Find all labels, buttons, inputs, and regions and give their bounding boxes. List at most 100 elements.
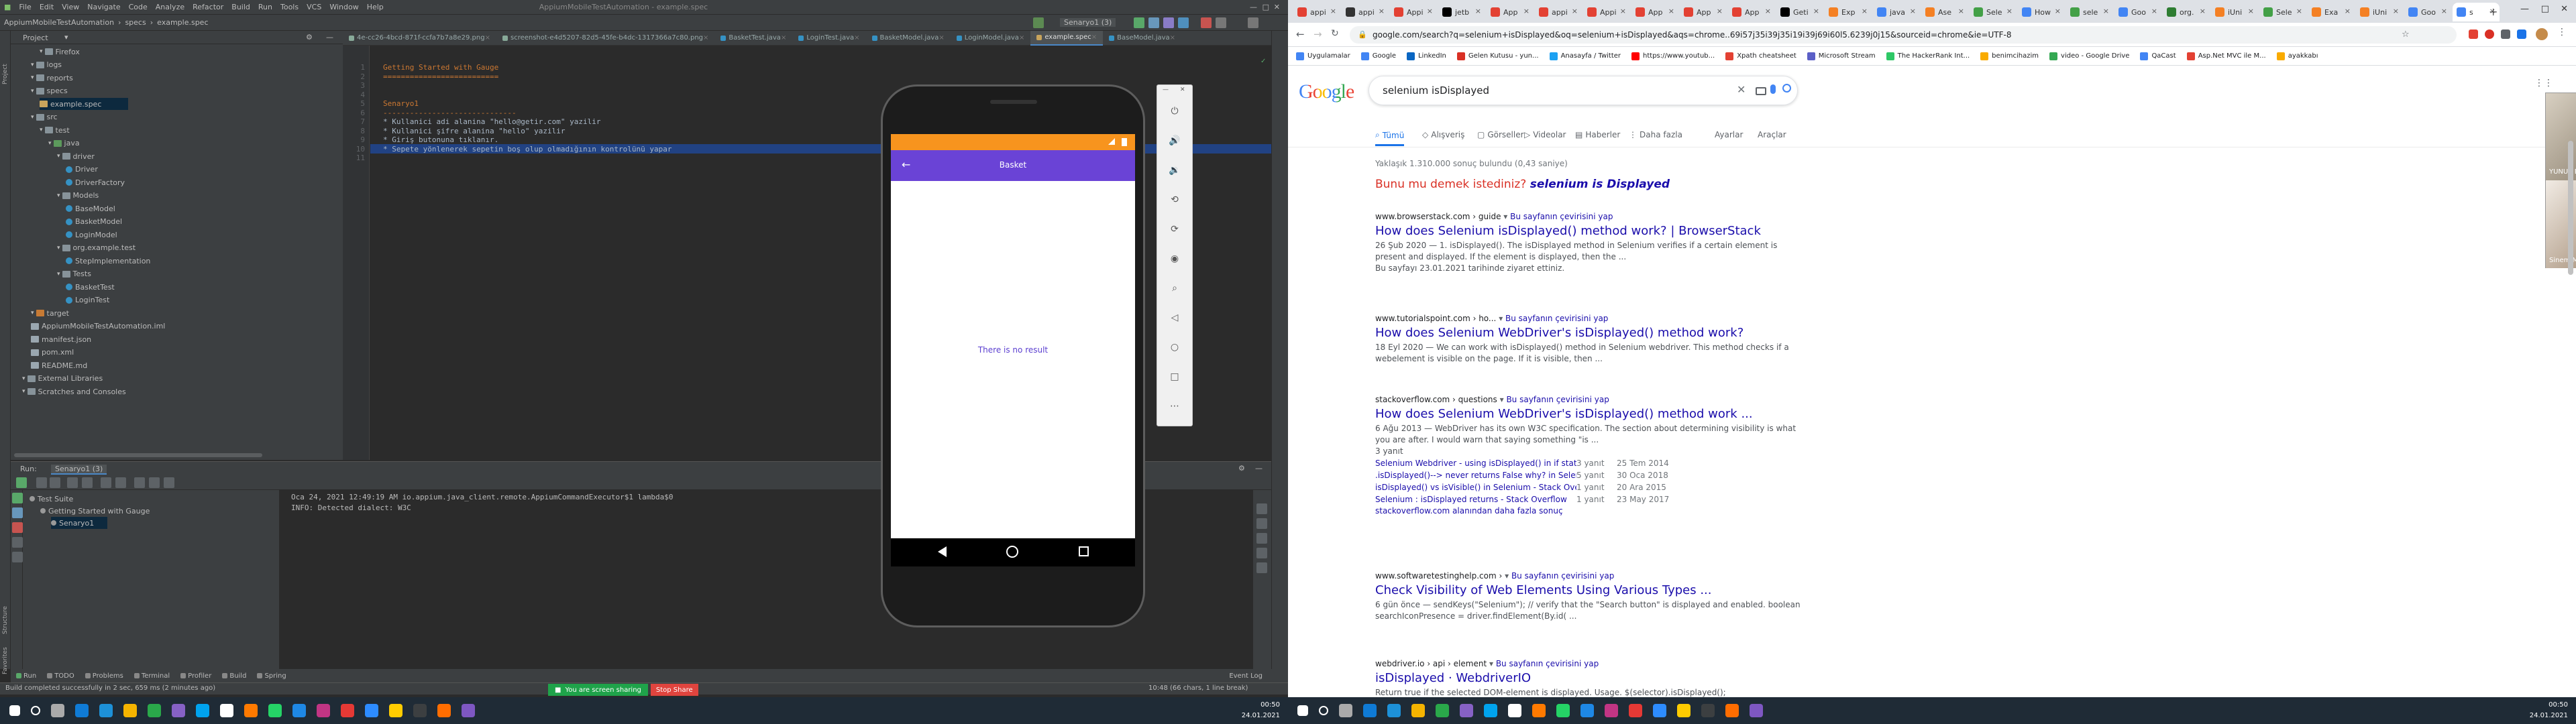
menu-refactor[interactable]: Refactor (189, 3, 227, 11)
app-taskbar-icon[interactable] (1460, 704, 1473, 717)
close-tab-icon[interactable]: × (2200, 7, 2206, 15)
menu-help[interactable]: Help (363, 3, 388, 11)
browser-tab[interactable]: Ase × (1921, 3, 1968, 21)
result-url[interactable]: www.tutorialspoint.com › ho... ▾ Bu sayf… (1375, 314, 1805, 323)
close-tab-icon[interactable]: × (1620, 7, 1626, 15)
app-taskbar-icon[interactable] (1411, 704, 1425, 717)
search-tab[interactable]: ▤ Haberler (1575, 130, 1620, 139)
debug-side-icon[interactable] (12, 507, 23, 518)
camera-icon[interactable]: ◉ (1169, 253, 1181, 265)
translate-link[interactable]: Bu sayfanın çevirisini yap (1511, 571, 1614, 581)
close-tab-icon[interactable]: × (2441, 7, 2447, 15)
rotate-left-icon[interactable]: ⟲ (1169, 194, 1181, 206)
bookmark-item[interactable]: benimcihazim (1980, 52, 2039, 60)
app-taskbar-icon[interactable] (1556, 704, 1570, 717)
show-passed-icon[interactable] (36, 477, 47, 488)
close-tab-icon[interactable]: × (1765, 7, 1771, 15)
app-taskbar-icon[interactable] (1677, 704, 1690, 717)
emulator-screen[interactable]: ← Basket There is no result (891, 134, 1135, 566)
close-tab-icon[interactable]: × (2103, 7, 2109, 15)
page-scrollbar[interactable] (2568, 141, 2573, 275)
tree-item[interactable]: ▾ specs (31, 85, 68, 97)
tool-tab-profiler[interactable]: Profiler (175, 672, 217, 680)
chevron-down-icon[interactable]: ▾ (57, 245, 60, 251)
bookmark-item[interactable]: Asp.Net MVC ile M... (2186, 52, 2266, 60)
tool-tab-problems[interactable]: Problems (80, 672, 129, 680)
tree-item[interactable]: DriverFactory (66, 176, 125, 188)
app-taskbar-icon[interactable] (292, 704, 306, 717)
search-icon[interactable] (1319, 706, 1328, 715)
dropdown-icon[interactable]: ▾ (1501, 212, 1510, 221)
close-tab-icon[interactable]: × (2006, 7, 2012, 15)
browser-tab[interactable]: App × (1487, 3, 1534, 21)
search-everywhere-icon[interactable] (1248, 17, 1258, 28)
bookmark-item[interactable]: ayakkabı (2276, 52, 2318, 60)
browser-tab[interactable]: Sele × (1970, 3, 2017, 21)
close-tab-icon[interactable]: × (1330, 7, 1336, 15)
close-tab-icon[interactable]: × (1910, 7, 1916, 15)
zoom-icon[interactable]: ⌕ (1169, 282, 1181, 294)
bookmark-item[interactable]: https://www.youtub... (1631, 52, 1715, 60)
address-bar[interactable]: 🔒 google.com/search?q=selenium+isDisplay… (1350, 26, 2457, 44)
minimize-panel-icon[interactable]: — (326, 33, 333, 42)
menu-view[interactable]: View (58, 3, 83, 11)
search-tab[interactable]: ◇ Alışveriş (1422, 130, 1464, 139)
browser-tab[interactable]: Goo × (2114, 3, 2161, 21)
print-icon[interactable] (1256, 548, 1267, 558)
bookmark-item[interactable]: The HackerRank Int... (1886, 52, 1970, 60)
tree-item[interactable]: ▾ External Libraries (22, 373, 103, 385)
soft-wrap-icon[interactable] (1256, 518, 1267, 529)
translate-link[interactable]: Bu sayfanın çevirisini yap (1506, 395, 1609, 404)
close-tab-icon[interactable]: × (1523, 7, 1529, 15)
tool-tab-run[interactable]: Run (11, 672, 42, 680)
bookmark-item[interactable]: video - Google Drive (2049, 52, 2129, 60)
search-icon[interactable] (134, 477, 145, 488)
search-icon[interactable] (1782, 84, 1791, 93)
keyboard-icon[interactable] (1756, 87, 1766, 95)
browser-tab[interactable]: iUni × (2356, 3, 2403, 21)
extension-icon[interactable] (2501, 29, 2510, 39)
run-tree-item[interactable]: Getting Started with Gauge (40, 505, 150, 517)
project-panel-title[interactable]: Project (23, 34, 48, 42)
debug-icon[interactable] (1148, 17, 1159, 28)
windows-start-icon[interactable] (9, 705, 20, 716)
menu-build[interactable]: Build (227, 3, 254, 11)
windows-start-icon[interactable] (1297, 705, 1308, 716)
app-taskbar-icon[interactable] (172, 704, 185, 717)
search-tab[interactable]: ▷ Videolar (1524, 130, 1566, 139)
browser-tab[interactable]: Sele × (2259, 3, 2306, 21)
star-icon[interactable]: ☆ (2402, 29, 2410, 40)
tree-item[interactable]: example.spec (40, 98, 129, 110)
trash-icon[interactable] (1256, 562, 1267, 573)
close-tab-icon[interactable]: × (1475, 7, 1481, 15)
extension-icon[interactable] (2469, 29, 2478, 39)
tool-tab-event-log[interactable]: Event Log (1224, 672, 1268, 680)
chevron-down-icon[interactable]: ▾ (57, 153, 60, 160)
chevron-down-icon[interactable]: ▾ (40, 127, 43, 133)
browser-tab[interactable]: Exa × (2308, 3, 2355, 21)
bookmark-item[interactable]: Microsoft Stream (1807, 52, 1876, 60)
close-tab-icon[interactable]: × (1427, 7, 1433, 15)
show-ignored-icon[interactable] (50, 477, 60, 488)
app-taskbar-icon[interactable] (1387, 704, 1401, 717)
dropdown-icon[interactable]: ▾ (1497, 395, 1507, 404)
settings-gear-icon[interactable]: ⚙ (306, 33, 313, 42)
bookmark-item[interactable]: LinkedIn (1406, 52, 1446, 60)
tree-item[interactable]: BasketModel (66, 216, 122, 228)
dropdown-icon[interactable]: ▾ (1496, 314, 1505, 323)
run-icon[interactable] (1134, 17, 1144, 28)
search-tab[interactable]: Araçlar (1758, 130, 1786, 139)
browser-tab[interactable]: App × (1631, 3, 1678, 21)
close-icon[interactable]: × (781, 34, 786, 42)
tree-item[interactable]: BaseModel (66, 202, 115, 215)
app-taskbar-icon[interactable] (1725, 704, 1739, 717)
browser-tab[interactable]: appi × (1293, 3, 1340, 21)
did-you-mean-link[interactable]: selenium is Displayed (1530, 178, 1670, 191)
back-icon[interactable]: ← (1296, 28, 1305, 40)
app-taskbar-icon[interactable] (1532, 704, 1546, 717)
tree-item[interactable]: AppiumMobileTestAutomation.iml (31, 320, 165, 333)
reload-icon[interactable]: ↻ (1331, 28, 1339, 39)
browser-tab[interactable]: Geti × (1776, 3, 1823, 21)
breadcrumb-item[interactable]: example.spec (157, 18, 208, 27)
translate-link[interactable]: Bu sayfanın çevirisini yap (1505, 314, 1608, 323)
